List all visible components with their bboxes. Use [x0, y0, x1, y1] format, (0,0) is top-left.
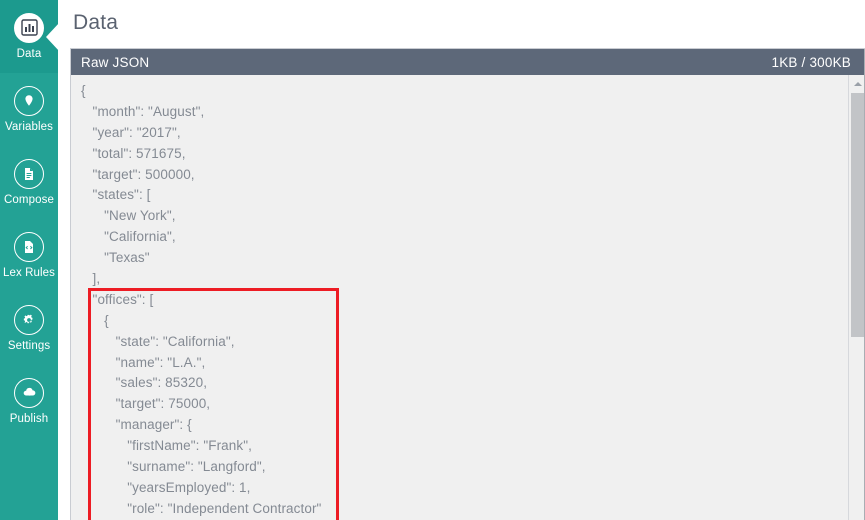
code-line: "Texas"	[81, 250, 150, 266]
code-line: "target": 500000,	[81, 166, 195, 182]
code-line: "manager": {	[81, 417, 192, 433]
code-line: "name": "L.A.",	[81, 354, 206, 370]
code-line: "New York",	[81, 208, 176, 224]
sidebar-item-label: Publish	[9, 412, 49, 425]
code-line: ],	[81, 271, 101, 287]
json-code-block[interactable]: { "month": "August", "year": "2017", "to…	[71, 75, 321, 520]
triangle-up-icon[interactable]	[849, 75, 865, 92]
cloud-upload-icon	[14, 377, 44, 408]
sidebar-item-settings[interactable]: Settings	[0, 292, 58, 365]
code-line: "surname": "Langford",	[81, 459, 266, 475]
sidebar-item-label: Compose	[4, 193, 54, 206]
bar-chart-icon	[14, 12, 44, 43]
location-pin-icon	[14, 85, 44, 116]
code-line: "yearsEmployed": 1,	[81, 479, 251, 495]
scrollbar-thumb[interactable]	[851, 93, 864, 337]
sidebar: Data Variables Compose Lex Rules Setting…	[0, 0, 58, 520]
code-line: {	[81, 312, 109, 328]
raw-json-panel: Raw JSON 1KB / 300KB { "month": "August"…	[70, 48, 865, 520]
editor-scrollbar[interactable]	[848, 75, 865, 520]
sidebar-item-label: Settings	[7, 339, 51, 352]
json-editor[interactable]: { "month": "August", "year": "2017", "to…	[71, 75, 865, 520]
code-line: {	[81, 83, 86, 98]
code-line: "firstName": "Frank",	[81, 438, 252, 454]
app-root: Data Variables Compose Lex Rules Setting…	[0, 0, 865, 520]
sidebar-item-lex-rules[interactable]: Lex Rules	[0, 219, 58, 292]
code-line: "year": "2017",	[81, 124, 181, 140]
sidebar-item-label: Data	[16, 47, 42, 60]
sidebar-item-variables[interactable]: Variables	[0, 73, 58, 146]
sidebar-item-label: Variables	[5, 120, 53, 133]
code-line: "total": 571675,	[81, 145, 186, 161]
main-content: Data Raw JSON 1KB / 300KB { "month": "Au…	[58, 0, 865, 520]
code-line: "month": "August",	[81, 103, 205, 119]
sidebar-item-data[interactable]: Data	[0, 0, 58, 73]
code-line: "state": "California",	[81, 333, 235, 349]
code-line: "target": 75000,	[81, 396, 211, 412]
document-icon	[14, 158, 44, 189]
code-line: "states": [	[81, 187, 151, 203]
panel-header: Raw JSON 1KB / 300KB	[71, 49, 865, 75]
sidebar-item-label: Lex Rules	[2, 266, 56, 279]
code-line: "offices": [	[81, 291, 154, 307]
sidebar-item-publish[interactable]: Publish	[0, 365, 58, 438]
page-title: Data	[73, 11, 119, 34]
gear-icon	[14, 304, 44, 335]
code-line: "sales": 85320,	[81, 375, 208, 391]
triangle-up-glyph	[853, 81, 862, 86]
panel-title: Raw JSON	[81, 54, 150, 70]
document-code-icon	[14, 231, 44, 262]
sidebar-item-compose[interactable]: Compose	[0, 146, 58, 219]
code-line: "role": "Independent Contractor"	[81, 500, 322, 516]
code-line: "California",	[81, 229, 176, 245]
panel-size-label: 1KB / 300KB	[771, 54, 851, 70]
active-indicator-arrow	[46, 22, 58, 51]
